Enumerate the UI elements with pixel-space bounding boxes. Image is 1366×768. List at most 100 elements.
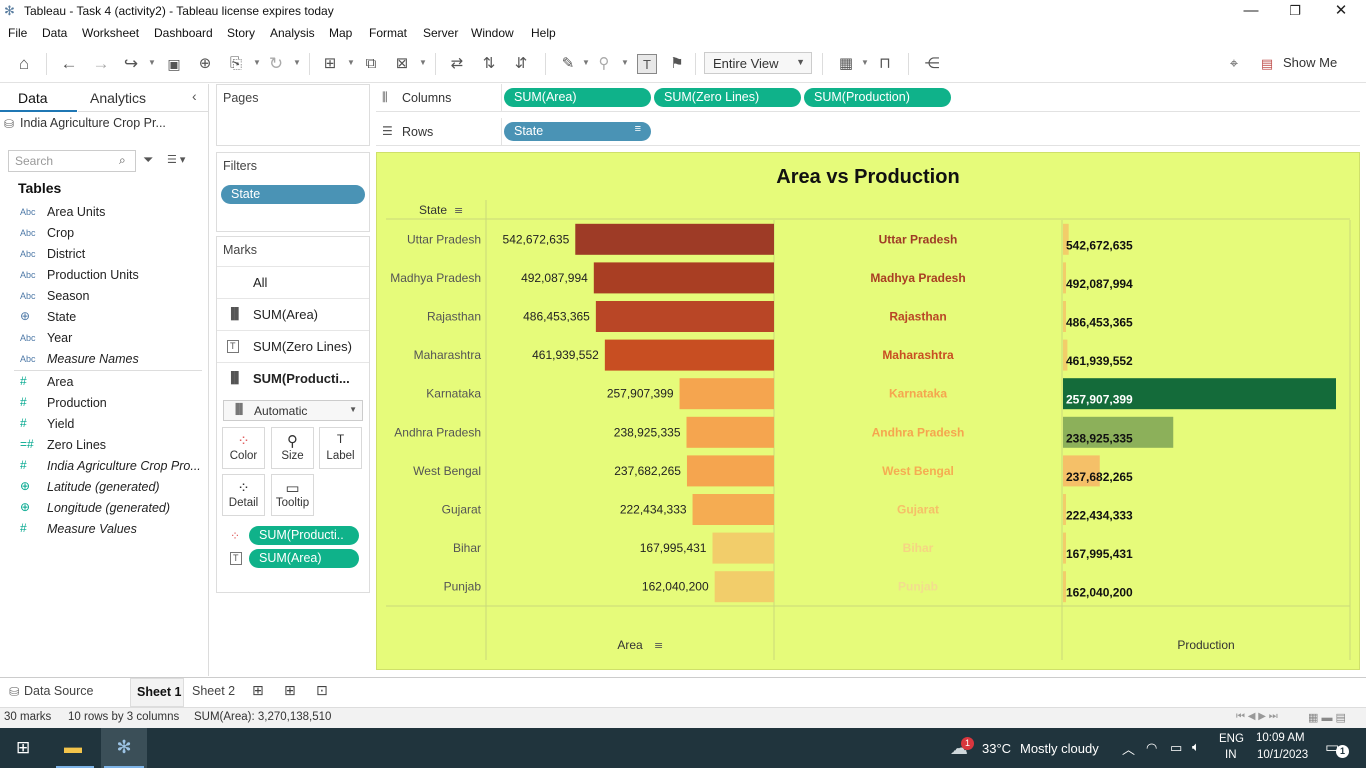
windows-start-icon[interactable]: ⊞ — [16, 738, 30, 758]
menu-data[interactable]: Data — [42, 26, 67, 40]
replay-dropdown-icon[interactable]: ▼ — [148, 58, 156, 67]
center-state-label: Gujarat — [897, 503, 939, 517]
tab-data-source[interactable]: Data Source — [24, 684, 93, 698]
menu-worksheet[interactable]: Worksheet — [82, 26, 139, 40]
show-me-icon[interactable]: ▤ — [1257, 54, 1277, 74]
menu-server[interactable]: Server — [423, 26, 458, 40]
new-datasource-icon[interactable]: ⊕ — [195, 54, 215, 74]
show-me-button[interactable]: Show Me — [1283, 55, 1337, 70]
share-icon[interactable]: ⋲ — [922, 54, 942, 74]
new-worksheet-dropdown-icon[interactable]: ▼ — [347, 58, 355, 67]
mark-type-icon: ▐▌ — [232, 404, 247, 415]
swap-rows-columns-icon[interactable]: ⇄ — [447, 54, 467, 74]
fit-view-select[interactable]: Entire View ▼ — [704, 52, 812, 74]
show-cards-icon[interactable]: ▦ — [836, 54, 856, 74]
highlight-dropdown-icon[interactable]: ▼ — [582, 58, 590, 67]
new-story-tab-icon[interactable]: ⊡ — [316, 682, 328, 699]
menu-help[interactable]: Help — [531, 26, 556, 40]
menu-map[interactable]: Map — [329, 26, 352, 40]
refresh-dropdown-icon[interactable]: ▼ — [293, 58, 301, 67]
tables-heading: Tables — [18, 180, 62, 196]
group-dropdown-icon[interactable]: ▼ — [621, 58, 629, 67]
column-pill-sum-area[interactable]: SUM(Area) — [504, 88, 651, 107]
marks-all[interactable]: All — [217, 266, 369, 297]
language-code[interactable]: ENG — [1219, 733, 1244, 745]
column-pill-sum-zero-lines[interactable]: SUM(Zero Lines) — [654, 88, 801, 107]
save-icon[interactable]: ▣ — [164, 54, 184, 74]
home-icon[interactable]: ⌂ — [14, 54, 34, 74]
clock-time[interactable]: 10:09 AM — [1256, 732, 1305, 744]
marks-row-label: SUM(Zero Lines) — [253, 339, 352, 354]
pause-updates-icon[interactable]: ⎘ — [226, 54, 246, 74]
refresh-icon[interactable]: ↻ — [266, 54, 286, 74]
filter-pill-state[interactable]: State — [221, 185, 365, 204]
menu-file[interactable]: File — [8, 26, 27, 40]
battery-icon[interactable]: ▭ — [1170, 740, 1182, 756]
sort-ascending-icon[interactable]: ⇅ — [479, 54, 499, 74]
weather-temp[interactable]: 33°C — [982, 741, 1011, 756]
area-bar — [679, 378, 774, 410]
collapse-pane-icon[interactable]: ‹ — [192, 88, 197, 104]
file-explorer-icon[interactable]: ▬ — [64, 737, 82, 758]
marks-sum-area[interactable]: ▐▌ SUM(Area) — [217, 298, 369, 329]
paint-format-icon[interactable]: ⌖ — [1224, 54, 1244, 74]
volume-icon[interactable]: 🔈︎ — [1192, 739, 1200, 755]
weather-text[interactable]: Mostly cloudy — [1020, 741, 1099, 756]
label-pill-area[interactable]: SUM(Area) — [249, 549, 359, 568]
tab-sheet-2[interactable]: Sheet 2 — [192, 684, 235, 698]
sheet-view-icons[interactable]: ▦ ▬ ▤ — [1308, 711, 1346, 724]
column-pill-sum-production[interactable]: SUM(Production) — [804, 88, 951, 107]
show-hidden-icons-icon[interactable]: ︿ — [1122, 739, 1135, 758]
view-list-icon[interactable]: ☰ ▾ — [167, 153, 185, 166]
undo-icon[interactable]: ← — [59, 54, 79, 74]
sort-descending-icon[interactable]: ⇵ — [511, 54, 531, 74]
marks-sum-production[interactable]: ▐▌ SUM(Producti... — [217, 362, 369, 393]
show-cards-dropdown-icon[interactable]: ▼ — [861, 58, 869, 67]
highlight-icon[interactable]: ✎ — [558, 54, 578, 74]
color-button[interactable]: ⁘ Color — [222, 427, 265, 469]
language-region[interactable]: IN — [1225, 749, 1237, 761]
clear-dropdown-icon[interactable]: ▼ — [419, 58, 427, 67]
tableau-taskbar-icon[interactable]: ✻ — [101, 728, 147, 768]
menu-analysis[interactable]: Analysis — [270, 26, 315, 40]
wifi-icon[interactable]: ◠ — [1146, 740, 1157, 756]
production-data-label: 486,453,365 — [1066, 316, 1133, 330]
clock-date[interactable]: 10/1/2023 — [1257, 749, 1308, 761]
label-button[interactable]: T Label — [319, 427, 362, 469]
new-worksheet-icon[interactable]: ⊞ — [320, 54, 340, 74]
center-state-label: Andhra Pradesh — [872, 425, 965, 439]
datasource-name[interactable]: India Agriculture Crop Pr... — [20, 116, 166, 130]
menu-dashboard[interactable]: Dashboard — [154, 26, 213, 40]
menu-format[interactable]: Format — [369, 26, 407, 40]
tab-sheet-1[interactable]: Sheet 1 — [130, 678, 184, 707]
show-mark-labels-icon[interactable]: T — [637, 54, 657, 74]
menu-story[interactable]: Story — [227, 26, 255, 40]
duplicate-sheet-icon[interactable]: ⧉ — [361, 54, 381, 74]
mark-type-select[interactable]: ▐▌ Automatic ▼ — [223, 400, 363, 421]
tab-analytics[interactable]: Analytics — [78, 84, 208, 112]
row-pill-state[interactable]: State ≡ — [504, 122, 651, 141]
minimize-button[interactable]: — — [1228, 0, 1274, 24]
redo-icon[interactable]: → — [91, 54, 111, 74]
pause-dropdown-icon[interactable]: ▼ — [253, 58, 261, 67]
tooltip-button[interactable]: ▭ Tooltip — [271, 474, 314, 516]
tab-data[interactable]: Data — [0, 84, 77, 112]
marks-sum-zero-lines[interactable]: T SUM(Zero Lines) — [217, 330, 369, 361]
color-pill-production[interactable]: SUM(Producti.. — [249, 526, 359, 545]
detail-button[interactable]: ⁘ Detail — [222, 474, 265, 516]
size-button[interactable]: ⚲ Size — [271, 427, 314, 469]
new-dashboard-tab-icon[interactable]: ⊞ — [284, 682, 296, 699]
fix-axes-icon[interactable]: ⚑ — [667, 54, 687, 74]
clear-sheet-icon[interactable]: ⊠ — [392, 54, 412, 74]
presentation-mode-icon[interactable]: ⊓ — [875, 54, 895, 74]
restore-button[interactable]: ❐ — [1272, 0, 1318, 24]
sheet-nav-icons[interactable]: ⏮ ◀ ▶ ⏭ — [1236, 711, 1278, 722]
new-worksheet-tab-icon[interactable]: ⊞ — [252, 682, 264, 699]
search-input[interactable]: Search — [8, 150, 136, 172]
detail-label: Detail — [228, 497, 259, 509]
group-members-icon[interactable]: ⚲ — [594, 54, 614, 74]
close-button[interactable]: ✕ — [1318, 0, 1364, 24]
replay-icon[interactable]: ↪ — [121, 54, 141, 74]
filter-fields-icon[interactable]: ⏷ — [143, 152, 153, 168]
menu-window[interactable]: Window — [471, 26, 514, 40]
